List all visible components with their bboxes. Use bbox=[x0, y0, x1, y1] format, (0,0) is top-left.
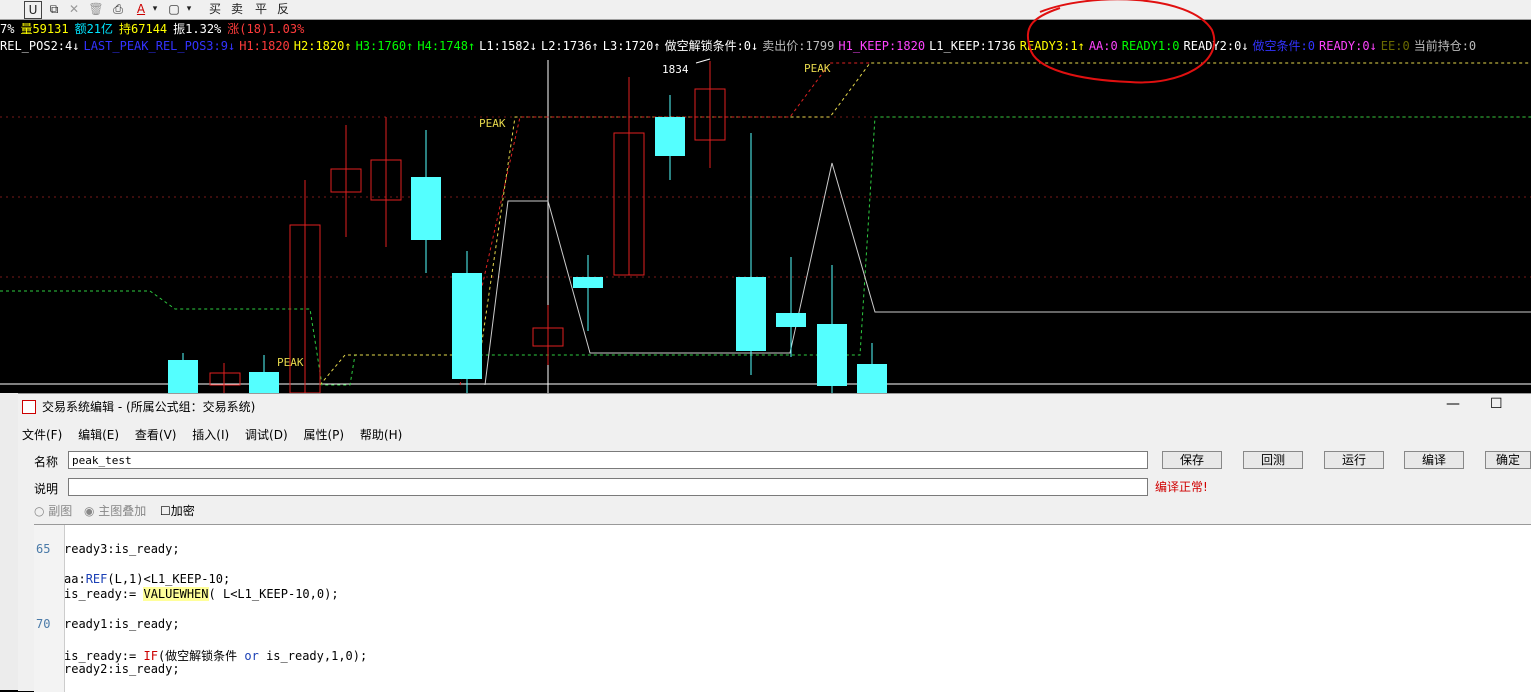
annotation-circle bbox=[1026, 0, 1216, 84]
subchart-option[interactable]: ○ 副图 bbox=[34, 502, 72, 519]
line-number: 65 bbox=[36, 542, 51, 556]
code-line: ready1:is_ready; bbox=[64, 617, 180, 631]
menu-debug[interactable]: 调试(D) bbox=[245, 428, 288, 442]
name-field[interactable]: peak_test bbox=[68, 451, 1148, 469]
encrypt-checkbox[interactable]: ☐加密 bbox=[160, 502, 195, 519]
menu-bar: 文件(F) 编辑(E) 查看(V) 插入(I) 调试(D) 属性(P) 帮助(H… bbox=[22, 426, 414, 443]
save-button[interactable]: 保存 bbox=[1162, 451, 1222, 469]
name-label: 名称 bbox=[34, 455, 59, 469]
menu-properties[interactable]: 属性(P) bbox=[303, 428, 344, 442]
compile-status: 编译正常! bbox=[1155, 480, 1208, 494]
code-line: ready2:is_ready; bbox=[64, 662, 180, 676]
description-label: 说明 bbox=[34, 482, 59, 496]
code-editor[interactable]: 65 70 ready3:is_ready; aa:REF(L,1)<L1_KE… bbox=[34, 524, 1531, 692]
code-line: is_ready:= VALUEWHEN( L<L1_KEEP-10,0); bbox=[64, 587, 339, 601]
run-button[interactable]: 运行 bbox=[1324, 451, 1384, 469]
window-title: 交易系统编辑 - (所属公式组：交易系统) bbox=[42, 400, 256, 414]
maximize-button[interactable]: ☐ bbox=[1490, 396, 1503, 412]
code-line: aa:REF(L,1)<L1_KEEP-10; bbox=[64, 572, 231, 586]
minimize-button[interactable]: — bbox=[1446, 396, 1460, 412]
menu-edit[interactable]: 编辑(E) bbox=[78, 428, 119, 442]
main-overlay-option[interactable]: ◉ 主图叠加 bbox=[84, 502, 146, 519]
menu-file[interactable]: 文件(F) bbox=[22, 428, 62, 442]
menu-help[interactable]: 帮助(H) bbox=[360, 428, 402, 442]
menu-insert[interactable]: 插入(I) bbox=[192, 428, 229, 442]
left-side-strip bbox=[0, 393, 19, 690]
formula-editor-window: 交易系统编辑 - (所属公式组：交易系统) — ☐ 文件(F) 编辑(E) 查看… bbox=[18, 393, 1531, 692]
menu-view[interactable]: 查看(V) bbox=[135, 428, 177, 442]
backtest-button[interactable]: 回测 bbox=[1243, 451, 1303, 469]
line-number: 70 bbox=[36, 617, 51, 631]
compile-button[interactable]: 编译 bbox=[1404, 451, 1464, 469]
code-line: ready3:is_ready; bbox=[64, 542, 180, 556]
app-icon bbox=[22, 400, 36, 414]
description-field[interactable] bbox=[68, 478, 1148, 496]
ok-button[interactable]: 确定 bbox=[1485, 451, 1531, 469]
